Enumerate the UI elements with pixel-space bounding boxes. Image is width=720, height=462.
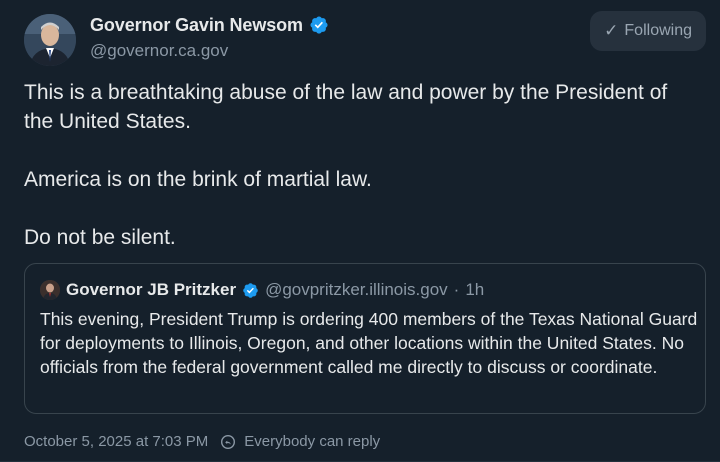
- check-icon: ✓: [604, 21, 619, 40]
- author-name-row: Governor Gavin Newsom: [90, 13, 329, 37]
- quoted-author-avatar: [40, 280, 60, 300]
- following-button[interactable]: ✓ Following: [590, 11, 706, 51]
- reply-setting-label[interactable]: Everybody can reply: [244, 433, 380, 450]
- post-meta: October 5, 2025 at 7:03 PM Everybody can…: [24, 433, 380, 450]
- post-paragraph: Do not be silent.: [24, 226, 176, 249]
- author-handle[interactable]: @governor.ca.gov: [90, 41, 329, 61]
- separator-dot: ·: [453, 280, 460, 299]
- reply-setting-icon: [221, 434, 236, 449]
- quoted-post-time: 1h: [465, 280, 485, 299]
- quoted-post-card[interactable]: Governor JB Pritzker @govpritzker.illino…: [24, 263, 706, 414]
- post-timestamp[interactable]: October 5, 2025 at 7:03 PM: [24, 433, 208, 450]
- post-body: This is a breathtaking abuse of the law …: [24, 78, 684, 252]
- post-paragraph: This is a breathtaking abuse of the law …: [24, 81, 668, 133]
- verified-badge-icon: [310, 16, 328, 34]
- quoted-post-text: This evening, President Trump is orderin…: [40, 309, 698, 377]
- post-paragraph: America is on the brink of martial law.: [24, 168, 372, 191]
- verified-badge-icon: [243, 282, 258, 298]
- author-avatar[interactable]: [24, 14, 76, 66]
- following-button-label: Following: [624, 22, 692, 39]
- quoted-author-handle: @govpritzker.illinois.gov: [265, 280, 448, 299]
- post-container: Governor Gavin Newsom @governor.ca.gov ✓…: [0, 0, 720, 462]
- person-icon: [40, 280, 60, 300]
- quoted-post-header: Governor JB Pritzker @govpritzker.illino…: [40, 278, 689, 302]
- quoted-author-name: Governor JB Pritzker: [66, 280, 237, 299]
- author-info: Governor Gavin Newsom @governor.ca.gov: [90, 13, 329, 61]
- person-icon: [24, 14, 76, 66]
- author-display-name[interactable]: Governor Gavin Newsom: [90, 15, 303, 36]
- post-header: Governor Gavin Newsom @governor.ca.gov ✓…: [24, 11, 706, 66]
